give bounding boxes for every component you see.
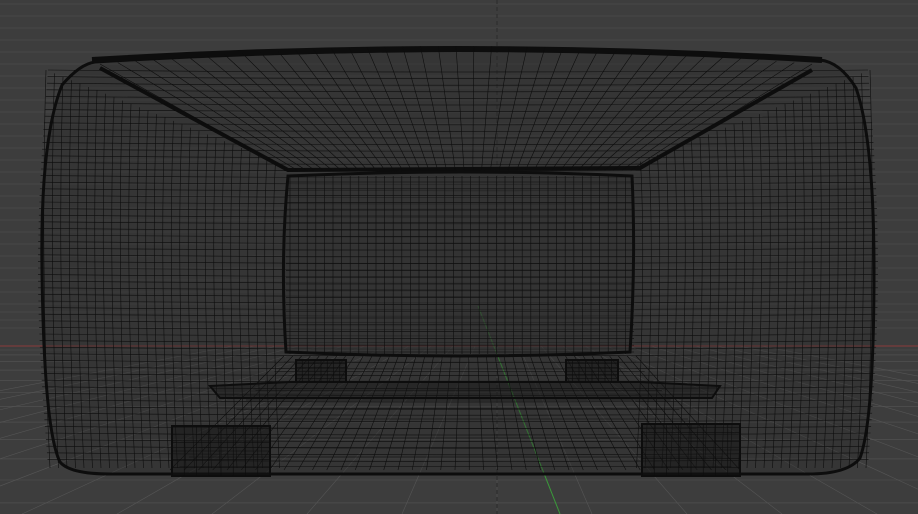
floor-ledge — [207, 381, 722, 399]
back-panel-mesh — [281, 170, 636, 358]
back-panel-outline — [281, 170, 636, 358]
3d-viewport-wireframe[interactable] — [0, 0, 918, 514]
wireframe-scene — [0, 0, 918, 514]
